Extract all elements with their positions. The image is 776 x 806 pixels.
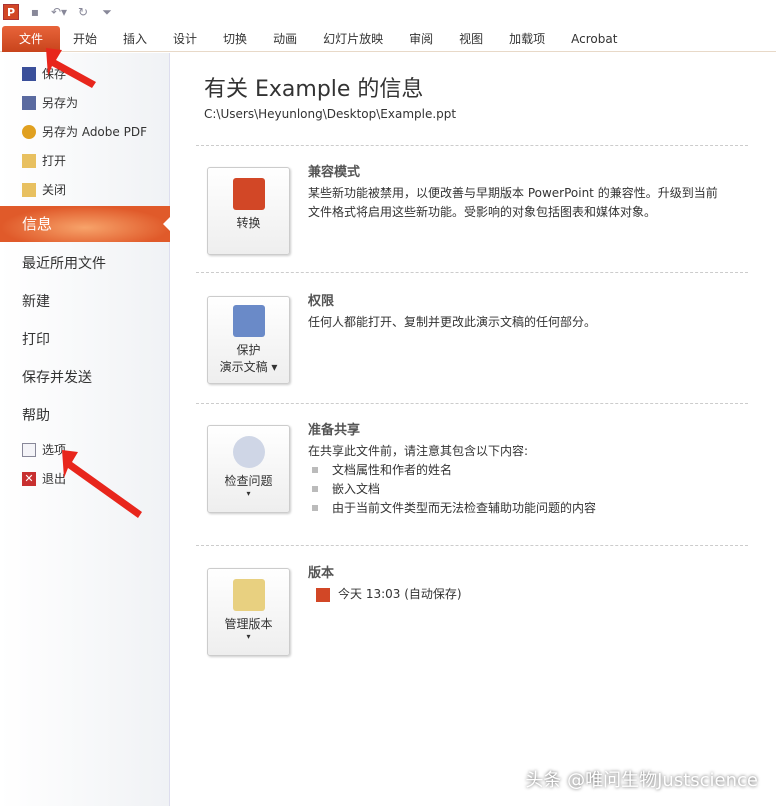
nav-label: 保存 xyxy=(42,67,67,81)
convert-icon xyxy=(232,178,265,210)
page-title: 有关 Example 的信息 xyxy=(204,77,424,102)
bullet-text: 嵌入文档 xyxy=(332,482,381,496)
inspect-icon xyxy=(232,436,265,468)
nav-info[interactable]: 信息 xyxy=(0,206,170,242)
nav-help[interactable]: 帮助 xyxy=(22,405,50,425)
nav-save-as-pdf[interactable]: 另存为 Adobe PDF xyxy=(22,123,147,140)
prepare-share-section: 准备共享 在共享此文件前，请注意其包含以下内容: 文档属性和作者的姓名 嵌入文档 … xyxy=(308,421,728,518)
tab-addins[interactable]: 加载项 xyxy=(496,26,558,52)
tab-file[interactable]: 文件 xyxy=(2,25,60,52)
section-title: 兼容模式 xyxy=(308,165,361,180)
tab-design[interactable]: 设计 xyxy=(160,26,210,52)
tab-view[interactable]: 视图 xyxy=(446,26,496,52)
quick-access-toolbar: P ▪ ↶▾ ↻ ⏷ xyxy=(0,0,776,24)
save-icon xyxy=(22,66,36,81)
ribbon-tabs: 文件 开始 插入 设计 切换 动画 幻灯片放映 审阅 视图 加载项 Acroba… xyxy=(0,25,776,52)
watermark: 头条 @唯问生物Justscience xyxy=(525,770,758,791)
open-folder-icon xyxy=(22,153,36,168)
version-text: 今天 13:03 (自动保存) xyxy=(338,587,462,601)
pdf-icon xyxy=(22,124,36,139)
nav-save-as[interactable]: 另存为 xyxy=(22,94,78,111)
nav-save-send[interactable]: 保存并发送 xyxy=(22,367,92,387)
tab-home[interactable]: 开始 xyxy=(60,26,110,52)
nav-print[interactable]: 打印 xyxy=(22,329,50,349)
tab-slideshow[interactable]: 幻灯片放映 xyxy=(310,26,396,52)
version-item[interactable]: 今天 13:03 (自动保存) xyxy=(316,585,728,604)
nav-save[interactable]: 保存 xyxy=(22,65,66,82)
button-label: 保护 xyxy=(236,343,261,357)
check-issues-button[interactable]: 检查问题 ▾ xyxy=(207,425,290,513)
section-title: 权限 xyxy=(308,294,335,309)
nav-label: 关闭 xyxy=(42,183,67,197)
exit-icon: ✕ xyxy=(22,471,36,486)
section-text: 某些新功能被禁用，以便改善与早期版本 PowerPoint 的兼容性。升级到当前… xyxy=(308,186,718,219)
ppt-file-icon xyxy=(316,587,330,602)
button-label: 检查问题 xyxy=(224,474,273,488)
lock-icon xyxy=(232,305,265,337)
nav-options[interactable]: 选项 xyxy=(22,441,66,458)
file-path: C:\Users\Heyunlong\Desktop\Example.ppt xyxy=(204,107,457,121)
dropdown-arrow: ▾ xyxy=(246,489,251,498)
nav-label: 选项 xyxy=(42,443,67,457)
options-icon xyxy=(22,442,36,457)
button-label: 演示文稿 ▾ xyxy=(219,360,278,374)
nav-recent[interactable]: 最近所用文件 xyxy=(22,253,106,273)
powerpoint-app-icon[interactable]: P xyxy=(3,4,19,20)
close-folder-icon xyxy=(22,182,36,197)
save-icon[interactable]: ▪ xyxy=(27,4,43,20)
nav-open[interactable]: 打开 xyxy=(22,152,66,169)
protect-presentation-button[interactable]: 保护演示文稿 ▾ xyxy=(207,296,290,384)
save-as-icon xyxy=(22,95,36,110)
undo-icon[interactable]: ↶▾ xyxy=(51,4,67,20)
nav-close[interactable]: 关闭 xyxy=(22,181,66,198)
tab-acrobat[interactable]: Acrobat xyxy=(558,26,630,52)
nav-new[interactable]: 新建 xyxy=(22,291,50,311)
bullet-text: 文档属性和作者的姓名 xyxy=(332,463,453,477)
manage-versions-button[interactable]: 管理版本 ▾ xyxy=(207,568,290,656)
section-title: 准备共享 xyxy=(308,423,361,438)
tab-insert[interactable]: 插入 xyxy=(110,26,160,52)
redo-icon[interactable]: ↻ xyxy=(75,4,91,20)
button-label: 管理版本 xyxy=(224,617,273,631)
button-label: 转换 xyxy=(236,216,261,230)
versions-section: 版本 今天 13:03 (自动保存) xyxy=(308,564,728,604)
section-title: 版本 xyxy=(308,566,335,581)
section-text: 任何人都能打开、复制并更改此演示文稿的任何部分。 xyxy=(308,315,597,329)
divider xyxy=(196,145,748,146)
tab-animations[interactable]: 动画 xyxy=(260,26,310,52)
bullet-text: 由于当前文件类型而无法检查辅助功能问题的内容 xyxy=(332,501,597,515)
backstage-nav: 保存 另存为 另存为 Adobe PDF 打开 关闭 信息 最近所用文件 新建 … xyxy=(0,53,170,806)
divider xyxy=(196,545,748,546)
convert-button[interactable]: 转换 xyxy=(207,167,290,255)
bullet-item: 嵌入文档 xyxy=(312,480,728,499)
permissions-section: 权限任何人都能打开、复制并更改此演示文稿的任何部分。 xyxy=(308,292,728,332)
tab-transitions[interactable]: 切换 xyxy=(210,26,260,52)
divider xyxy=(196,272,748,273)
divider xyxy=(196,403,748,404)
tab-review[interactable]: 审阅 xyxy=(396,26,446,52)
nav-label: 另存为 xyxy=(42,96,79,110)
nav-label: 另存为 Adobe PDF xyxy=(42,125,147,139)
nav-label: 打开 xyxy=(42,154,67,168)
section-text: 在共享此文件前，请注意其包含以下内容: xyxy=(308,444,529,458)
compat-section: 兼容模式某些新功能被禁用，以便改善与早期版本 PowerPoint 的兼容性。升… xyxy=(308,163,728,222)
dropdown-arrow: ▾ xyxy=(246,632,251,641)
customize-toolbar-icon[interactable]: ⏷ xyxy=(99,4,115,20)
info-panel: 有关 Example 的信息 C:\Users\Heyunlong\Deskto… xyxy=(171,53,776,806)
nav-exit[interactable]: ✕ 退出 xyxy=(22,470,66,487)
versions-icon xyxy=(232,579,265,611)
bullet-item: 由于当前文件类型而无法检查辅助功能问题的内容 xyxy=(312,499,728,518)
nav-label: 退出 xyxy=(42,472,67,486)
bullet-item: 文档属性和作者的姓名 xyxy=(312,461,728,480)
